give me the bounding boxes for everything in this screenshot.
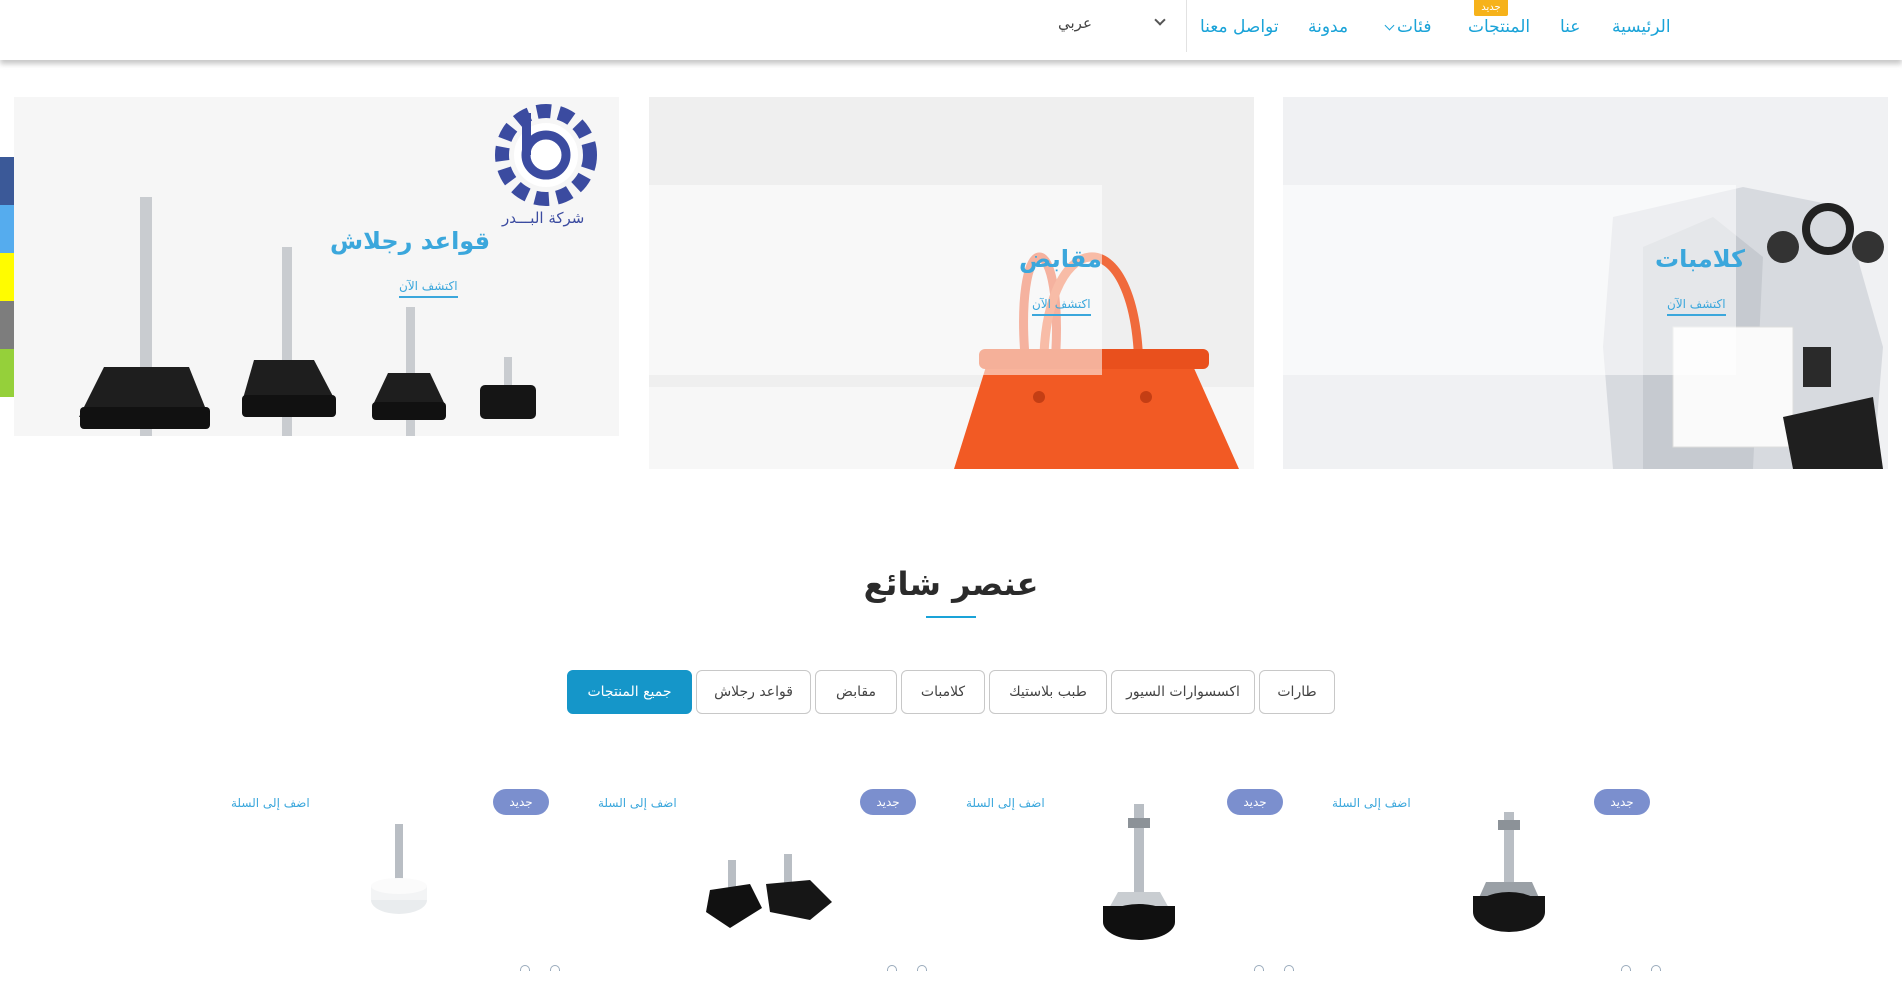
section-title-underline	[926, 616, 976, 618]
add-to-cart-link[interactable]: اضف إلى السلة	[231, 796, 310, 810]
product-new-badge: جديد	[1227, 789, 1283, 815]
product-actions-peek	[520, 965, 560, 971]
add-to-cart-link[interactable]: اضف إلى السلة	[1332, 796, 1411, 810]
tab-leveling-feet[interactable]: قواعد رجلاش	[696, 670, 811, 714]
chevron-down-icon	[1154, 14, 1166, 26]
site-header: الرئيسية عنا جديد المنتجات فئات مدونة تو…	[0, 0, 1902, 60]
banner-clamps-title: كلامبات	[1655, 245, 1745, 273]
tab-belt-accessories[interactable]: اكسسوارات السيور	[1111, 670, 1255, 714]
language-select[interactable]: عربي	[1040, 0, 1187, 52]
tab-pulleys[interactable]: طارات	[1259, 670, 1335, 714]
banner-leveling-feet-link[interactable]: اكتشف الآن	[399, 279, 458, 298]
nav-categories-label: فئات	[1397, 17, 1432, 37]
product-image	[1473, 812, 1545, 932]
banner-leveling-feet-title: قواعد رجلاش	[330, 227, 491, 255]
product-image	[706, 854, 832, 928]
banner-handles-title: مقابض	[1019, 245, 1102, 273]
product-new-badge: جديد	[860, 789, 916, 815]
product-actions-peek	[1621, 965, 1661, 971]
nav-categories[interactable]: فئات	[1384, 17, 1432, 37]
banner-handles-link[interactable]: اكتشف الآن	[1032, 297, 1091, 316]
product-new-badge: جديد	[1594, 789, 1650, 815]
banner-handles[interactable]: مقابض اكتشف الآن	[649, 97, 1254, 469]
banner-clamps-link[interactable]: اكتشف الآن	[1667, 297, 1726, 316]
chevron-down-icon	[1384, 20, 1395, 31]
nav-contact[interactable]: تواصل معنا	[1200, 17, 1279, 37]
tab-all-products[interactable]: جميع المنتجات	[567, 670, 692, 714]
company-logo-text: شركة البـــدر	[502, 209, 585, 227]
product-actions-peek	[1254, 965, 1294, 971]
section-title: عنصر شائع	[863, 565, 1039, 603]
banner-clamps[interactable]: كلامبات اكتشف الآن	[1283, 97, 1888, 469]
tab-clamps[interactable]: كلامبات	[901, 670, 985, 714]
product-actions-peek	[887, 965, 927, 971]
product-new-badge: جديد	[493, 789, 549, 815]
nav-home[interactable]: الرئيسية	[1612, 17, 1671, 37]
nav-products[interactable]: المنتجات	[1468, 17, 1530, 37]
add-to-cart-link[interactable]: اضف إلى السلة	[598, 796, 677, 810]
nav-blog[interactable]: مدونة	[1308, 17, 1348, 37]
product-image	[1103, 804, 1175, 940]
tab-plastic-caps[interactable]: طبب بلاستيك	[989, 670, 1107, 714]
tab-handles[interactable]: مقابض	[815, 670, 897, 714]
new-badge: جديد	[1474, 0, 1508, 16]
nav-about[interactable]: عنا	[1560, 17, 1580, 37]
language-value: عربي	[1058, 14, 1092, 32]
add-to-cart-link[interactable]: اضف إلى السلة	[966, 796, 1045, 810]
banner-leveling-feet[interactable]: شركة البـــدر قواعد رجلاش اكتشف الآن	[14, 97, 619, 436]
product-image	[371, 824, 427, 914]
